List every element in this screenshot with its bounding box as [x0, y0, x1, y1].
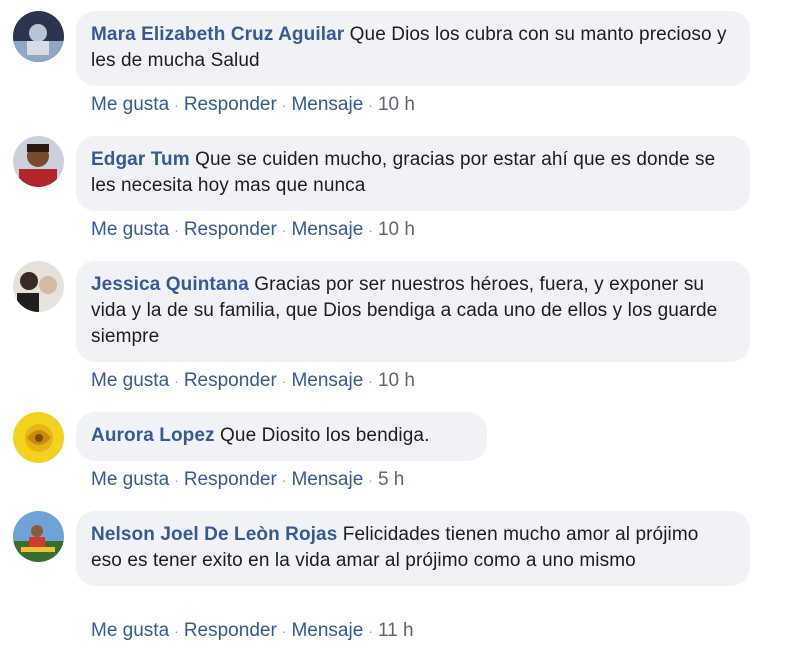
separator: ·: [368, 373, 373, 389]
separator: ·: [281, 97, 287, 113]
message-button[interactable]: Mensaje: [291, 620, 363, 641]
comment-list: Mara Elizabeth Cruz Aguilar Que Dios los…: [0, 0, 800, 650]
avatar[interactable]: [13, 412, 64, 463]
separator: ·: [281, 623, 287, 639]
message-button[interactable]: Mensaje: [291, 94, 363, 115]
comment-author[interactable]: Nelson Joel De Leòn Rojas: [91, 524, 337, 545]
separator: ·: [174, 97, 179, 113]
like-button[interactable]: Me gusta: [91, 94, 169, 115]
avatar[interactable]: [13, 11, 64, 62]
separator: ·: [174, 222, 179, 238]
comment-timestamp[interactable]: 11 h: [378, 620, 414, 641]
separator: ·: [174, 623, 179, 639]
comment-actions: Me gusta · Responder · Mensaje · 10 h: [91, 369, 415, 393]
comment-timestamp[interactable]: 10 h: [378, 370, 415, 391]
avatar[interactable]: [13, 136, 64, 187]
separator: ·: [368, 472, 373, 488]
separator: ·: [368, 97, 373, 113]
comment-bubble: Edgar Tum Que se cuiden mucho, gracias p…: [76, 136, 750, 211]
avatar-icon: [13, 11, 64, 62]
comment-actions: Me gusta · Responder · Mensaje · 11 h: [91, 619, 414, 643]
comment-actions: Me gusta · Responder · Mensaje · 10 h: [91, 218, 415, 242]
comment-author[interactable]: Edgar Tum: [91, 149, 190, 170]
comment-author[interactable]: Jessica Quintana: [91, 274, 249, 295]
separator: ·: [368, 623, 373, 639]
comment-timestamp[interactable]: 10 h: [378, 219, 415, 240]
separator: ·: [174, 373, 179, 389]
reply-button[interactable]: Responder: [184, 370, 277, 391]
avatar-icon: [13, 511, 64, 562]
message-button[interactable]: Mensaje: [291, 370, 363, 391]
comment-bubble: Jessica Quintana Gracias por ser nuestro…: [76, 261, 750, 362]
separator: ·: [281, 222, 287, 238]
separator: ·: [281, 472, 287, 488]
separator: ·: [174, 472, 179, 488]
avatar[interactable]: [13, 511, 64, 562]
like-button[interactable]: Me gusta: [91, 620, 169, 641]
avatar[interactable]: [13, 261, 64, 312]
avatar-icon: [13, 261, 64, 312]
message-button[interactable]: Mensaje: [291, 219, 363, 240]
comment-actions: Me gusta · Responder · Mensaje · 5 h: [91, 468, 404, 492]
avatar-icon: [13, 136, 64, 187]
comment-timestamp[interactable]: 10 h: [378, 94, 415, 115]
like-button[interactable]: Me gusta: [91, 370, 169, 391]
comment-bubble: Mara Elizabeth Cruz Aguilar Que Dios los…: [76, 11, 750, 86]
comment-actions: Me gusta · Responder · Mensaje · 10 h: [91, 93, 415, 117]
comment-text: Que Diosito los bendiga.: [220, 425, 430, 446]
reply-button[interactable]: Responder: [184, 620, 277, 641]
avatar-icon: [13, 412, 64, 463]
message-button[interactable]: Mensaje: [291, 469, 363, 490]
reply-button[interactable]: Responder: [184, 469, 277, 490]
reply-button[interactable]: Responder: [184, 219, 277, 240]
separator: ·: [281, 373, 287, 389]
like-button[interactable]: Me gusta: [91, 469, 169, 490]
like-button[interactable]: Me gusta: [91, 219, 169, 240]
separator: ·: [368, 222, 373, 238]
comment-timestamp[interactable]: 5 h: [378, 469, 404, 490]
comment-author[interactable]: Mara Elizabeth Cruz Aguilar: [91, 24, 344, 45]
comment-bubble: Nelson Joel De Leòn Rojas Felicidades ti…: [76, 511, 750, 586]
reply-button[interactable]: Responder: [184, 94, 277, 115]
comment-bubble: Aurora Lopez Que Diosito los bendiga.: [76, 412, 487, 461]
comment-author[interactable]: Aurora Lopez: [91, 425, 215, 446]
